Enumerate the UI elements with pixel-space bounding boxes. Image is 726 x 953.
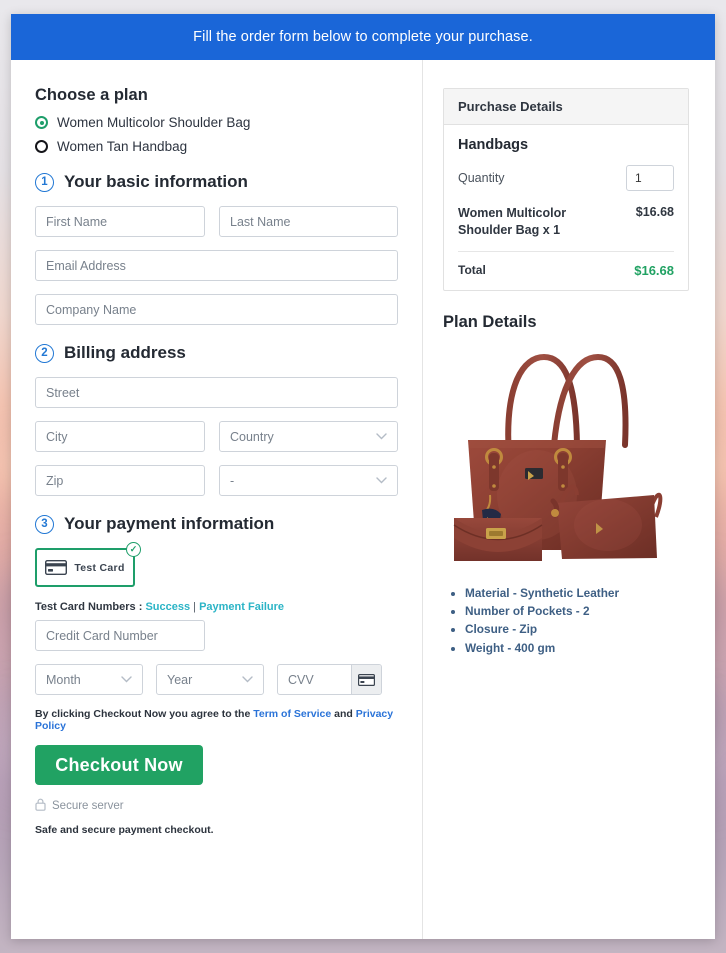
test-card-option[interactable]: Test Card ✓ — [35, 542, 141, 587]
month-select[interactable]: Month — [35, 664, 143, 695]
handbag-set-illustration — [453, 353, 663, 561]
choose-plan-heading: Choose a plan — [35, 86, 148, 104]
year-select-value: Year — [167, 672, 193, 687]
test-card-label: Test Card — [74, 561, 125, 574]
lock-icon — [35, 798, 46, 814]
payment-failure-link[interactable]: Payment Failure — [199, 601, 284, 613]
radio-icon-unselected[interactable] — [35, 140, 48, 153]
order-form-column: Choose a plan Women Multicolor Shoulder … — [11, 60, 423, 939]
terms-and: and — [334, 708, 353, 720]
product-image — [443, 344, 689, 574]
terms-of-service-link[interactable]: Term of Service — [253, 708, 331, 720]
year-select[interactable]: Year — [156, 664, 264, 695]
banner-text: Fill the order form below to complete yo… — [193, 29, 533, 45]
zip-state-row: Zip - — [35, 465, 398, 496]
purchase-details-body: Handbags Quantity 1 Women Multicolor Sho… — [444, 125, 688, 290]
step-1-header: 1 Your basic information — [35, 172, 398, 192]
city-input[interactable]: City — [35, 421, 205, 452]
chevron-down-icon — [376, 477, 387, 484]
list-item: Material - Synthetic Leather — [465, 584, 689, 602]
credit-card-row: Credit Card Number — [35, 620, 398, 651]
list-item: Closure - Zip — [465, 620, 689, 638]
first-name-input[interactable]: First Name — [35, 206, 205, 237]
success-link[interactable]: Success — [145, 601, 190, 613]
step-1-title: Your basic information — [64, 172, 248, 191]
company-input[interactable]: Company Name — [35, 294, 398, 325]
step-2-header: 2 Billing address — [35, 343, 398, 363]
line-item-row: Women Multicolor Shoulder Bag x 1 $16.68 — [458, 205, 674, 252]
quantity-input[interactable]: 1 — [626, 165, 674, 191]
card-icon — [358, 673, 375, 686]
street-row: Street — [35, 377, 398, 408]
street-input[interactable]: Street — [35, 377, 398, 408]
plan-option-multicolor[interactable]: Women Multicolor Shoulder Bag — [35, 115, 398, 130]
step-3-header: 3 Your payment information — [35, 514, 398, 534]
chevron-down-icon — [121, 676, 132, 683]
test-card-numbers-line: Test Card Numbers : Success | Payment Fa… — [35, 601, 398, 613]
purchase-details-panel: Purchase Details Handbags Quantity 1 Wom… — [443, 88, 689, 291]
line-item-price: $16.68 — [635, 205, 674, 219]
total-row: Total $16.68 — [458, 252, 674, 278]
step-number-icon: 1 — [35, 172, 54, 192]
plan-details-heading: Plan Details — [443, 312, 537, 331]
cvv-help-button[interactable] — [351, 665, 381, 694]
check-circle-icon: ✓ — [126, 542, 141, 557]
month-select-value: Month — [46, 672, 81, 687]
page-banner: Fill the order form below to complete yo… — [11, 14, 715, 60]
purchase-category: Handbags — [458, 137, 529, 153]
zip-input[interactable]: Zip — [35, 465, 205, 496]
city-country-row: City Country — [35, 421, 398, 452]
total-label: Total — [458, 263, 486, 278]
expiry-cvv-row: Month Year CVV — [35, 664, 398, 695]
checkout-body: Choose a plan Women Multicolor Shoulder … — [11, 60, 715, 939]
quantity-row: Quantity 1 — [458, 165, 674, 191]
email-row: Email Address — [35, 250, 398, 281]
purchase-details-header: Purchase Details — [444, 89, 688, 125]
step-2-title: Billing address — [64, 343, 186, 362]
plan-features-list: Material - Synthetic Leather Number of P… — [443, 584, 689, 657]
plan-option-label: Women Multicolor Shoulder Bag — [57, 115, 251, 130]
test-numbers-prefix: Test Card Numbers : — [35, 601, 143, 613]
company-row: Company Name — [35, 294, 398, 325]
step-number-icon: 2 — [35, 343, 54, 363]
step-number-icon: 3 — [35, 514, 54, 534]
total-value: $16.68 — [634, 262, 674, 278]
country-select[interactable]: Country — [219, 421, 398, 452]
terms-line: By clicking Checkout Now you agree to th… — [35, 708, 398, 732]
state-select[interactable]: - — [219, 465, 398, 496]
line-item-name: Women Multicolor Shoulder Bag x 1 — [458, 206, 567, 237]
quantity-label: Quantity — [458, 171, 505, 185]
name-row: First Name Last Name — [35, 206, 398, 237]
country-select-value: Country — [230, 429, 274, 444]
secure-server-text: Secure server — [52, 800, 124, 812]
terms-prefix: By clicking Checkout Now you agree to th… — [35, 708, 251, 720]
secure-server-note: Secure server — [35, 798, 398, 814]
checkout-card: Fill the order form below to complete yo… — [11, 14, 715, 939]
cvv-input[interactable]: CVV — [278, 665, 351, 694]
link-separator: | — [193, 601, 197, 613]
checkout-now-button[interactable]: Checkout Now — [35, 745, 203, 785]
list-item: Weight - 400 gm — [465, 639, 689, 657]
last-name-input[interactable]: Last Name — [219, 206, 398, 237]
chevron-down-icon — [376, 433, 387, 440]
cvv-field-group[interactable]: CVV — [277, 664, 382, 695]
step-3-title: Your payment information — [64, 514, 275, 533]
radio-icon-selected[interactable] — [35, 116, 48, 129]
summary-column: Purchase Details Handbags Quantity 1 Wom… — [423, 60, 715, 939]
state-select-value: - — [230, 473, 235, 488]
credit-card-icon — [45, 560, 68, 575]
safe-checkout-text: Safe and secure payment checkout. — [35, 824, 214, 836]
plan-option-tan[interactable]: Women Tan Handbag — [35, 139, 398, 154]
chevron-down-icon — [242, 676, 253, 683]
list-item: Number of Pockets - 2 — [465, 602, 689, 620]
email-input[interactable]: Email Address — [35, 250, 398, 281]
credit-card-number-input[interactable]: Credit Card Number — [35, 620, 205, 651]
plan-option-label: Women Tan Handbag — [57, 139, 188, 154]
